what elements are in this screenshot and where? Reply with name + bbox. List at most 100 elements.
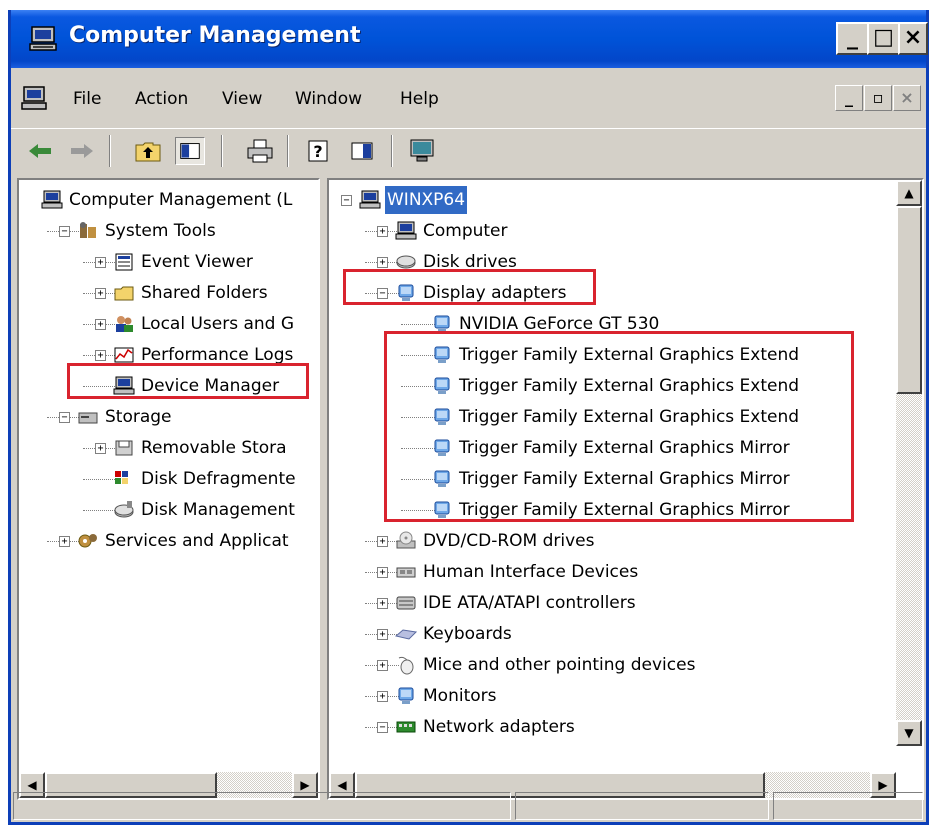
menu-file[interactable]: File [73, 89, 101, 109]
up-folder-icon[interactable] [133, 137, 163, 165]
users-icon [113, 314, 135, 334]
tree-node-label: DVD/CD-ROM drives [423, 531, 595, 551]
status-cell-3 [773, 792, 923, 820]
back-icon[interactable] [25, 137, 55, 165]
collapse-icon[interactable]: − [377, 722, 388, 733]
scroll-down-button[interactable]: ▼ [896, 720, 922, 746]
help-icon[interactable]: ? [305, 137, 335, 165]
tree-node-label: System Tools [105, 221, 216, 241]
show-hide-tree-icon[interactable] [175, 137, 205, 165]
maximize-button[interactable]: □ [867, 22, 900, 55]
tree-node[interactable]: − WINXP64 [329, 185, 894, 215]
tree-node[interactable]: + Local Users and G [19, 310, 318, 338]
expand-icon[interactable]: + [377, 598, 388, 609]
tree-node[interactable]: + Monitors [329, 682, 894, 710]
computer-icon [41, 190, 63, 210]
expand-icon[interactable]: + [377, 660, 388, 671]
print-icon[interactable] [245, 137, 275, 165]
menu-help[interactable]: Help [400, 89, 439, 109]
expand-icon[interactable]: + [95, 443, 106, 454]
expand-icon[interactable]: + [377, 691, 388, 702]
collapse-icon[interactable]: − [59, 412, 70, 423]
tree-connector [83, 479, 117, 480]
tree-node[interactable]: + Shared Folders [19, 279, 318, 307]
collapse-icon[interactable]: − [59, 226, 70, 237]
expand-icon[interactable]: + [95, 257, 106, 268]
minimize-button[interactable]: _ [836, 22, 869, 55]
tree-connector [401, 324, 435, 325]
expand-icon[interactable]: + [95, 288, 106, 299]
event-viewer-icon [113, 252, 135, 272]
expand-icon[interactable]: + [95, 319, 106, 330]
menu-view[interactable]: View [222, 89, 262, 109]
tree-node[interactable]: Disk Defragmente [19, 465, 318, 493]
tree-node-label: Computer [423, 221, 508, 241]
tree-node[interactable]: + IDE ATA/ATAPI controllers [329, 589, 894, 617]
expand-icon[interactable]: + [377, 536, 388, 547]
tree-node-label: Disk Defragmente [141, 469, 296, 489]
forward-icon[interactable] [67, 137, 97, 165]
folder-icon [113, 283, 135, 303]
tools-icon [77, 221, 99, 241]
tree-node-label: Human Interface Devices [423, 562, 639, 582]
menu-action[interactable]: Action [135, 89, 188, 109]
disk-management-icon [113, 500, 135, 520]
expand-icon[interactable]: + [377, 629, 388, 640]
expand-icon[interactable]: + [59, 536, 70, 547]
defrag-icon [113, 469, 135, 489]
tree-node-label: IDE ATA/ATAPI controllers [423, 593, 636, 613]
computer-icon [359, 190, 381, 210]
tree-node[interactable]: + Mice and other pointing devices [329, 651, 894, 679]
mdi-minimize-button[interactable]: _ [835, 85, 863, 111]
computer-management-icon [29, 26, 57, 51]
status-bar [11, 788, 926, 822]
console-tree-pane[interactable]: Computer Management (L − System Tools + Even… [17, 178, 320, 800]
tree-node[interactable]: + DVD/CD-ROM drives [329, 527, 894, 555]
tree-node[interactable]: Disk Management [19, 496, 318, 524]
close-button[interactable]: × [898, 22, 928, 55]
hid-icon [395, 562, 417, 582]
tree-node-label: Keyboards [423, 624, 512, 644]
status-cell-2 [515, 792, 769, 820]
tree-connector [83, 510, 117, 511]
tree-node[interactable]: + Removable Stora [19, 434, 318, 462]
action-pane-icon[interactable] [347, 137, 377, 165]
tree-node-label: Computer Management (L [69, 190, 293, 210]
keyboard-icon [394, 624, 418, 644]
toolbar-separator [221, 135, 223, 167]
expand-icon[interactable]: + [95, 350, 106, 361]
performance-icon [113, 345, 135, 365]
mdi-restore-button[interactable]: ▫ [864, 85, 892, 111]
mouse-icon [395, 655, 417, 675]
tree-node-label: WINXP64 [383, 185, 469, 215]
title-bar[interactable]: Computer Management _ □ × [11, 10, 928, 68]
computer-icon [395, 221, 417, 241]
tree-node-label: Mice and other pointing devices [423, 655, 696, 675]
tree-node[interactable]: Computer Management (L [19, 186, 318, 214]
expand-icon[interactable]: + [377, 257, 388, 268]
tree-node-label: Disk Management [141, 500, 295, 520]
mdi-close-button[interactable]: × [893, 85, 921, 111]
scroll-up-button[interactable]: ▲ [896, 180, 922, 206]
tree-node[interactable]: + Human Interface Devices [329, 558, 894, 586]
expand-icon[interactable]: + [377, 226, 388, 237]
expand-icon[interactable]: + [377, 567, 388, 578]
tree-node[interactable]: + Keyboards [329, 620, 894, 648]
removable-storage-icon [113, 438, 135, 458]
collapse-icon[interactable]: − [341, 195, 352, 206]
tree-node[interactable]: + Event Viewer [19, 248, 318, 276]
vertical-scrollbar-thumb[interactable] [896, 206, 922, 394]
highlight-trigger-adapters [384, 331, 854, 522]
tree-node[interactable]: − Network adapters [329, 713, 894, 741]
svg-text:?: ? [313, 142, 322, 161]
tree-node[interactable]: − Storage [19, 403, 318, 431]
network-adapter-icon [395, 717, 417, 737]
tree-node[interactable]: + Computer [329, 217, 894, 245]
tree-node[interactable]: − System Tools [19, 217, 318, 245]
app-menu-icon[interactable] [21, 86, 47, 110]
tree-node[interactable]: + Services and Applicat [19, 527, 318, 555]
tree-node-label: Local Users and G [141, 314, 295, 334]
monitor-icon[interactable] [407, 137, 437, 165]
toolbar-separator [109, 135, 111, 167]
menu-window[interactable]: Window [295, 89, 362, 109]
